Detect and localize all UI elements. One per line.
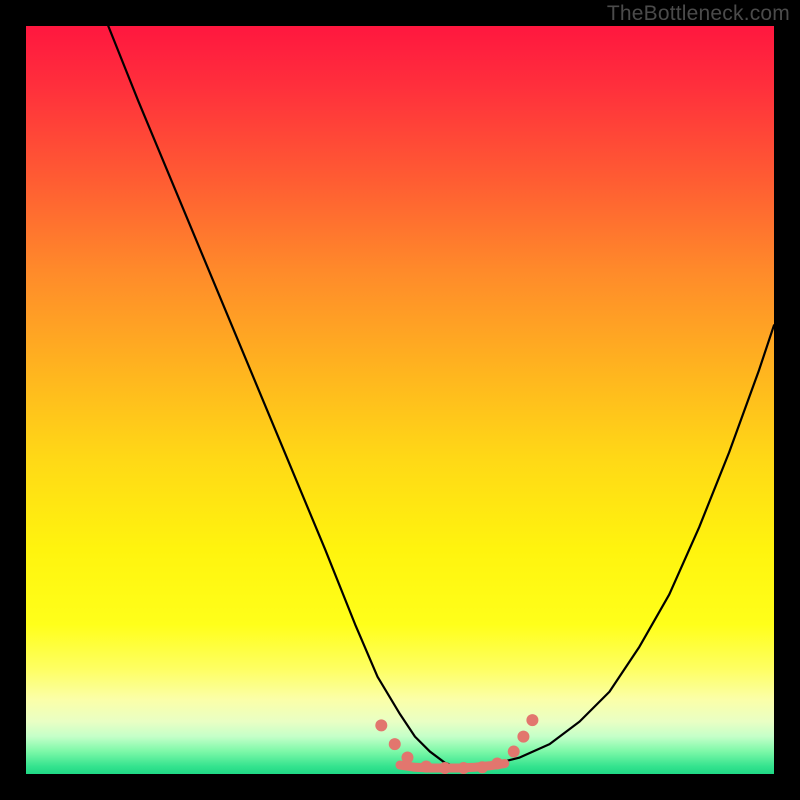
marker-3 bbox=[420, 761, 432, 773]
series-right-curve bbox=[460, 325, 774, 768]
chart-frame: TheBottleneck.com bbox=[0, 0, 800, 800]
marker-1 bbox=[389, 738, 401, 750]
marker-8 bbox=[508, 746, 520, 758]
series-flat-band bbox=[400, 764, 505, 768]
curve-svg bbox=[26, 26, 774, 774]
marker-5 bbox=[458, 762, 470, 774]
marker-6 bbox=[476, 761, 488, 773]
marker-0 bbox=[375, 719, 387, 731]
marker-7 bbox=[491, 758, 503, 770]
series-left-curve bbox=[108, 26, 460, 768]
marker-9 bbox=[517, 731, 529, 743]
marker-10 bbox=[526, 714, 538, 726]
plot-area bbox=[26, 26, 774, 774]
marker-4 bbox=[439, 762, 451, 774]
watermark-text: TheBottleneck.com bbox=[607, 2, 790, 26]
marker-2 bbox=[401, 752, 413, 764]
